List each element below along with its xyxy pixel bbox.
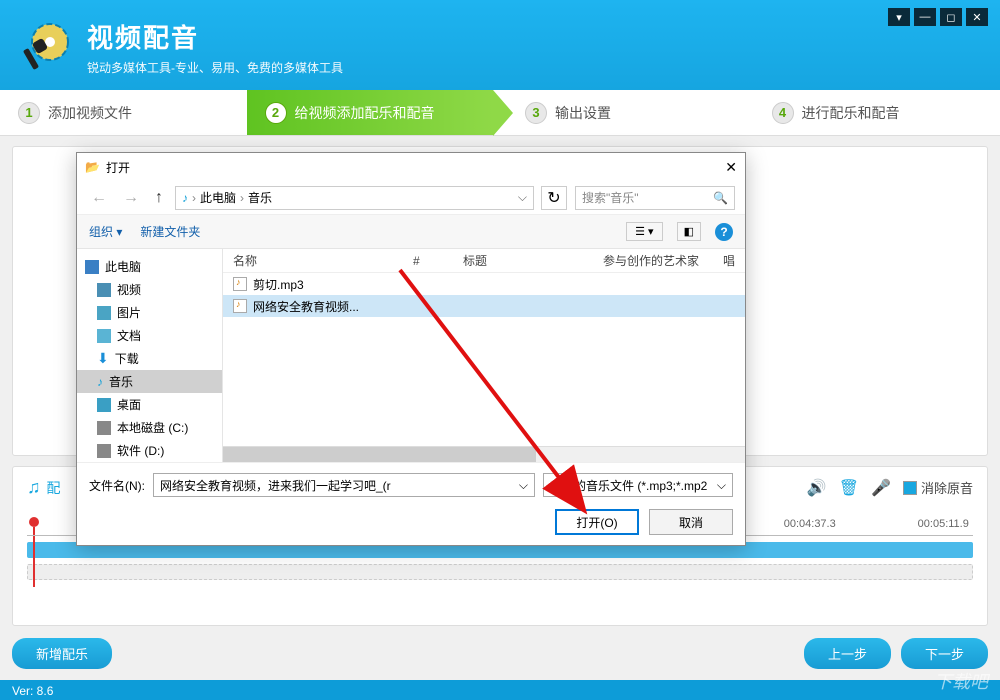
tree-music[interactable]: ♪音乐 <box>77 370 222 393</box>
refresh-button[interactable]: ↻ <box>541 186 567 210</box>
prev-step-button[interactable]: 上一步 <box>804 638 891 669</box>
filename-label: 文件名(N): <box>89 477 145 494</box>
dialog-icon: 📂 <box>85 160 100 174</box>
delete-icon[interactable]: 🗑 <box>839 478 859 498</box>
nav-up-button[interactable]: ↑ <box>151 189 167 207</box>
maximize-window-btn[interactable]: ◻ <box>940 8 962 26</box>
address-bar[interactable]: ♪ › 此电脑 › 音乐 ⌵ <box>175 186 534 210</box>
folder-tree: 此电脑 视频 图片 文档 ⬇下载 ♪音乐 桌面 本地磁盘 (C:) 软件 (D:… <box>77 249 223 462</box>
col-title[interactable]: 标题 <box>453 252 593 269</box>
open-button[interactable]: 打开(O) <box>555 509 639 535</box>
volume-icon[interactable]: 🔊 <box>807 478 827 498</box>
step-bar: 1添加视频文件 2给视频添加配乐和配音 3输出设置 4进行配乐和配音 <box>0 90 1000 136</box>
file-list: 名称 # 标题 参与创作的艺术家 唱 剪切.mp3 网络安全教育视频... <box>223 249 745 462</box>
dropdown-window-btn[interactable]: ▾ <box>888 8 910 26</box>
help-button[interactable]: ? <box>715 223 733 241</box>
version-label: Ver: 8.6 <box>12 684 53 698</box>
filetype-filter[interactable]: 支持的音乐文件 (*.mp3;*.mp2⌵ <box>543 473 733 497</box>
app-logo-icon <box>20 20 75 75</box>
search-input[interactable]: 搜索"音乐" 🔍 <box>575 186 735 210</box>
preview-pane-button[interactable]: ◧ <box>677 222 701 241</box>
tree-downloads[interactable]: ⬇下载 <box>77 347 222 370</box>
step-1[interactable]: 1添加视频文件 <box>0 90 247 135</box>
tree-pictures[interactable]: 图片 <box>77 301 222 324</box>
nav-forward-button[interactable]: → <box>119 189 143 207</box>
watermark: 下载吧 <box>934 668 988 694</box>
app-header: 视频配音 锐动多媒体工具-专业、易用、免费的多媒体工具 ▾ — ◻ ✕ <box>0 0 1000 90</box>
app-title: 视频配音 <box>87 18 343 55</box>
file-row-selected[interactable]: 网络安全教育视频... <box>223 295 745 317</box>
file-row[interactable]: 剪切.mp3 <box>223 273 745 295</box>
filename-input[interactable]: 网络安全教育视频，进来我们一起学习吧_(r⌵ <box>153 473 535 497</box>
view-mode-button[interactable]: ☰ ▾ <box>626 222 662 241</box>
app-subtitle: 锐动多媒体工具-专业、易用、免费的多媒体工具 <box>87 59 343 76</box>
tree-video[interactable]: 视频 <box>77 278 222 301</box>
step-4[interactable]: 4进行配乐和配音 <box>754 90 1000 135</box>
status-bar: Ver: 8.6 <box>0 680 1000 700</box>
file-open-dialog: 📂 打开 ✕ ← → ↑ ♪ › 此电脑 › 音乐 ⌵ ↻ 搜索"音乐" 🔍 组… <box>76 152 746 546</box>
close-window-btn[interactable]: ✕ <box>966 8 988 26</box>
audio-track[interactable] <box>27 564 973 580</box>
dialog-close-button[interactable]: ✕ <box>725 159 737 176</box>
add-music-button[interactable]: 新增配乐 <box>12 638 112 669</box>
search-icon: 🔍 <box>713 191 728 205</box>
tree-d-drive[interactable]: 软件 (D:) <box>77 439 222 462</box>
tree-documents[interactable]: 文档 <box>77 324 222 347</box>
step-2[interactable]: 2给视频添加配乐和配音 <box>247 90 494 135</box>
col-name[interactable]: 名称 <box>223 252 403 269</box>
tree-c-drive[interactable]: 本地磁盘 (C:) <box>77 416 222 439</box>
step-3[interactable]: 3输出设置 <box>493 90 754 135</box>
col-artist[interactable]: 参与创作的艺术家 <box>593 252 713 269</box>
music-note-icon: ♫ <box>27 477 41 498</box>
audio-file-icon <box>233 299 247 313</box>
next-step-button[interactable]: 下一步 <box>901 638 988 669</box>
timeline-label: 配 <box>47 478 61 498</box>
dialog-title: 打开 <box>106 159 130 176</box>
mic-icon[interactable]: 🎤 <box>871 478 891 498</box>
tree-desktop[interactable]: 桌面 <box>77 393 222 416</box>
tree-this-pc[interactable]: 此电脑 <box>77 255 222 278</box>
music-folder-icon: ♪ <box>182 191 188 205</box>
audio-file-icon <box>233 277 247 291</box>
minimize-window-btn[interactable]: — <box>914 8 936 26</box>
new-folder-button[interactable]: 新建文件夹 <box>140 223 200 240</box>
col-num[interactable]: # <box>403 254 453 268</box>
organize-menu[interactable]: 组织 ▾ <box>89 223 122 240</box>
col-album[interactable]: 唱 <box>713 252 745 269</box>
remove-original-audio-checkbox[interactable]: 消除原音 <box>903 478 973 497</box>
h-scrollbar[interactable] <box>223 446 745 462</box>
nav-back-button[interactable]: ← <box>87 189 111 207</box>
cancel-button[interactable]: 取消 <box>649 509 733 535</box>
